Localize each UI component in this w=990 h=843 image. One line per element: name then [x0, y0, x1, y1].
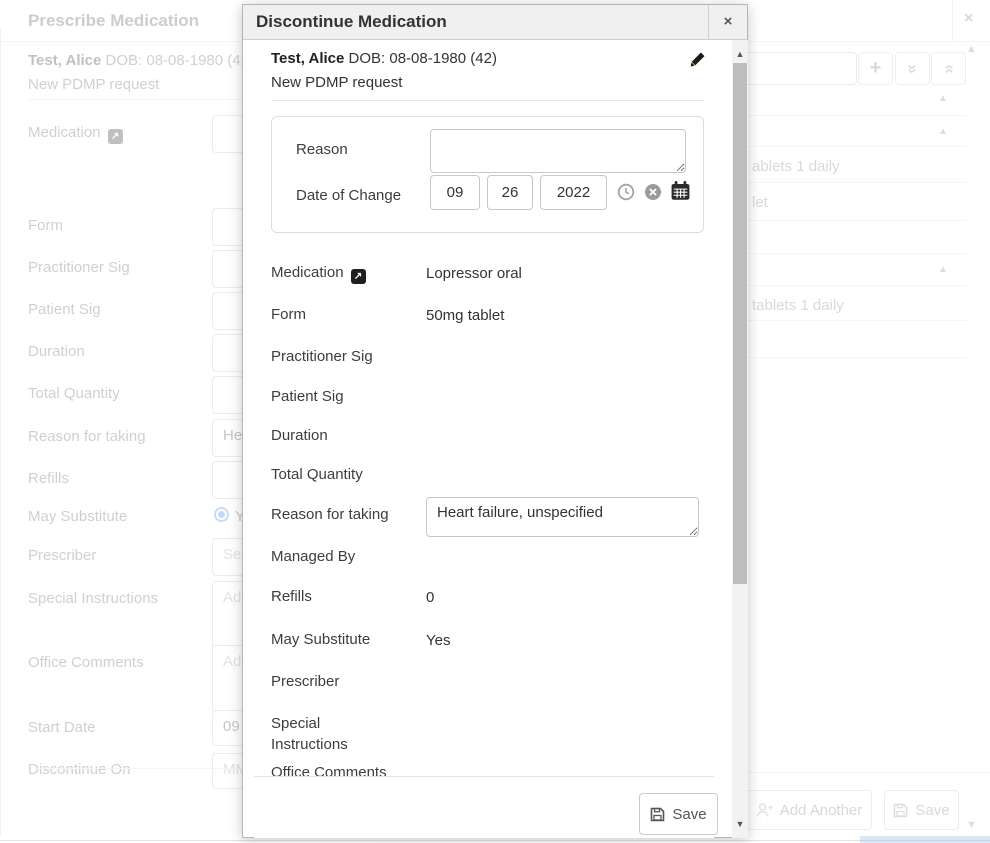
medication-list-item[interactable]: tablets 1 daily [752, 297, 844, 314]
date-month-input[interactable]: 09 [430, 175, 480, 210]
field-label-total-quantity: Total Quantity [271, 466, 363, 483]
scroll-down-icon[interactable]: ▼ [732, 819, 748, 829]
save-button[interactable]: Save [639, 793, 718, 835]
divider [748, 320, 966, 321]
scroll-up-icon[interactable]: ▲ [732, 49, 748, 59]
collapse-all-button[interactable]: » [931, 52, 966, 85]
page-title: Prescribe Medication [28, 11, 199, 31]
field-label-medication: Medication↗ [28, 124, 123, 144]
window-left-border [0, 28, 1, 836]
time-icon[interactable] [617, 183, 635, 201]
field-label-reason-for-taking: Reason for taking [271, 506, 389, 523]
field-label-form: Form [271, 306, 306, 323]
patient-request: New PDMP request [28, 76, 159, 93]
dialog-close-button[interactable]: × [708, 5, 747, 39]
add-medication-button[interactable]: + [858, 52, 893, 85]
patient-dob: DOB: 08-08-1980 (42) [349, 50, 497, 67]
clear-date-icon[interactable] [644, 183, 662, 201]
patient-request: New PDMP request [271, 74, 402, 91]
patient-name: Test, Alice [271, 50, 344, 67]
field-label-managed-by: Managed By [271, 548, 355, 565]
field-label-patient-sig: Patient Sig [28, 301, 101, 318]
divider [748, 253, 966, 254]
dialog-footer: Save [254, 776, 714, 838]
field-label-prescriber: Prescriber [271, 673, 339, 690]
external-link-icon[interactable]: ↗ [108, 129, 123, 144]
close-icon[interactable]: × [964, 10, 973, 28]
app-root: Prescribe Medication × Test, Alice DOB: … [0, 0, 990, 843]
divider [748, 357, 966, 358]
field-label-form: Form [28, 217, 63, 234]
reason-textarea[interactable] [430, 129, 686, 173]
save-icon [893, 803, 908, 818]
divider [748, 146, 966, 147]
field-label-medication: Medication↗ [271, 264, 366, 284]
divider [748, 772, 990, 773]
expand-all-button[interactable]: » [895, 52, 930, 85]
divider [952, 0, 953, 41]
field-label-practitioner-sig: Practitioner Sig [271, 348, 373, 365]
field-label-start-date: Start Date [28, 719, 96, 736]
field-value-may-substitute: Yes [426, 632, 450, 649]
patient-name: Test, Alice [28, 52, 101, 69]
watermark [860, 836, 990, 843]
divider [271, 100, 704, 101]
divider [748, 182, 966, 183]
window-bottom-border [0, 840, 990, 841]
field-label-may-substitute: May Substitute [28, 508, 127, 525]
date-day-input[interactable]: 26 [487, 175, 533, 210]
field-label-total-quantity: Total Quantity [28, 385, 120, 402]
divider [748, 115, 966, 116]
external-link-icon[interactable]: ↗ [351, 269, 366, 284]
collapse-section-icon[interactable]: ▲ [938, 94, 948, 104]
field-label-may-substitute: May Substitute [271, 631, 370, 648]
field-value-medication: Lopressor oral [426, 265, 522, 282]
save-icon [650, 807, 665, 822]
edit-pencil-icon[interactable] [689, 51, 706, 68]
field-label-practitioner-sig: Practitioner Sig [28, 259, 130, 276]
field-label-reason-for-taking: Reason for taking [28, 428, 146, 445]
divider [748, 285, 966, 286]
add-another-button[interactable]: Add Another [746, 790, 872, 830]
dialog-scrollbar[interactable]: ▲ ▼ [732, 40, 748, 838]
patient-summary: Test, Alice DOB: 08-08-1980 (42) [271, 50, 497, 67]
field-label-special-instructions: Special Instructions [28, 590, 158, 607]
discontinue-medication-dialog: Discontinue Medication × Test, Alice DOB… [242, 4, 748, 838]
scroll-up-icon[interactable]: ▲ [966, 44, 977, 54]
save-button-background[interactable]: Save [884, 790, 959, 830]
medication-list-item[interactable]: ablets 1 daily [752, 158, 840, 175]
field-label-patient-sig: Patient Sig [271, 388, 344, 405]
patient-dob: DOB: 08-08-1980 (42) [106, 52, 254, 69]
calendar-icon[interactable] [670, 180, 691, 201]
divider [748, 220, 966, 221]
field-value-refills: 0 [426, 589, 434, 606]
medication-list-item[interactable]: let [752, 194, 768, 211]
field-label-prescriber: Prescriber [28, 547, 96, 564]
date-year-input[interactable]: 2022 [540, 175, 607, 210]
field-label-special-instructions: Special Instructions [271, 713, 361, 755]
date-of-change-label: Date of Change [296, 187, 401, 204]
dialog-title: Discontinue Medication [256, 12, 447, 32]
reason-label: Reason [296, 141, 348, 158]
may-substitute-yes-radio[interactable] [214, 507, 229, 522]
field-label-discontinue-on: Discontinue On [28, 761, 131, 778]
field-label-office-comments: Office Comments [28, 654, 144, 671]
collapse-section-icon[interactable]: ▲ [938, 265, 948, 275]
reason-for-taking-textarea[interactable]: Heart failure, unspecified [426, 497, 699, 537]
discontinue-details-box: Reason Date of Change 09 26 2022 [271, 116, 704, 233]
person-plus-icon [756, 802, 773, 819]
field-label-duration: Duration [28, 343, 85, 360]
scroll-down-icon[interactable]: ▼ [966, 820, 977, 830]
scrollbar-thumb[interactable] [733, 63, 747, 584]
field-value-form: 50mg tablet [426, 307, 504, 324]
divider [35, 768, 242, 769]
dialog-titlebar: Discontinue Medication × [243, 5, 747, 40]
patient-summary: Test, Alice DOB: 08-08-1980 (42) [28, 52, 254, 69]
collapse-section-icon[interactable]: ▲ [938, 127, 948, 137]
field-label-duration: Duration [271, 427, 328, 444]
field-label-refills: Refills [28, 470, 69, 487]
field-label-refills: Refills [271, 588, 312, 605]
